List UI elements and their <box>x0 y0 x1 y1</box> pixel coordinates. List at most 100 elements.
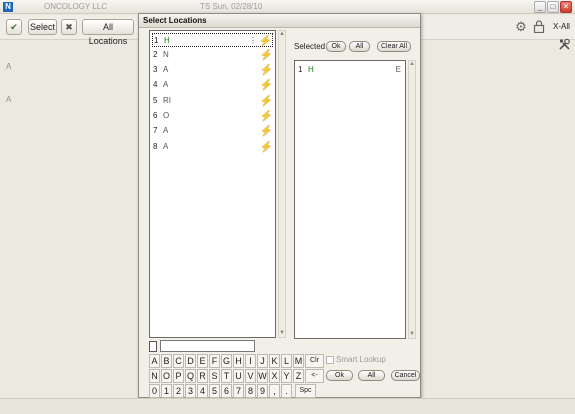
key-period[interactable]: . <box>281 384 292 398</box>
key-l[interactable]: L <box>281 354 292 368</box>
key-c[interactable]: C <box>173 354 184 368</box>
key-0[interactable]: 0 <box>149 384 160 398</box>
lightning-icon[interactable]: ⚡ <box>260 142 272 153</box>
lightning-icon[interactable]: ⚡ <box>260 111 272 122</box>
selected-scrollbar[interactable]: ▲ ▼ <box>408 60 416 339</box>
key-backspace[interactable]: <- <box>305 369 324 383</box>
x-all-label[interactable]: X-All <box>553 22 570 31</box>
key-o[interactable]: O <box>161 369 172 383</box>
filter-input[interactable] <box>160 340 255 352</box>
list-item[interactable]: 5 RI ⚡ <box>152 94 273 108</box>
key-m[interactable]: M <box>293 354 304 368</box>
row-number: 6 <box>153 111 158 120</box>
selected-all-button[interactable]: All <box>349 41 370 52</box>
lightning-icon[interactable]: ⚡ <box>259 36 271 47</box>
key-8[interactable]: 8 <box>245 384 256 398</box>
key-h[interactable]: H <box>233 354 244 368</box>
settings-gear-icon[interactable]: ⚙ <box>514 20 528 34</box>
locations-scrollbar[interactable]: ▲ ▼ <box>278 30 286 338</box>
filter-toggle[interactable] <box>149 341 157 352</box>
lock-icon[interactable] <box>532 20 546 34</box>
row-label: N <box>163 50 169 59</box>
key-x[interactable]: X <box>269 369 280 383</box>
cancel-button[interactable]: Cancel <box>391 370 420 381</box>
scroll-down-arrow-icon[interactable]: ▼ <box>279 330 285 337</box>
select-button[interactable]: Select <box>28 19 57 35</box>
key-f[interactable]: F <box>209 354 220 368</box>
key-2[interactable]: 2 <box>173 384 184 398</box>
background-text: A <box>6 95 12 104</box>
key-t[interactable]: T <box>221 369 232 383</box>
key-5[interactable]: 5 <box>209 384 220 398</box>
ok-button[interactable]: Ok <box>326 370 353 381</box>
key-b[interactable]: B <box>161 354 172 368</box>
key-z[interactable]: Z <box>293 369 304 383</box>
list-item[interactable]: 7 A ⚡ <box>152 124 273 138</box>
key-i[interactable]: I <box>245 354 256 368</box>
key-k[interactable]: K <box>269 354 280 368</box>
key-n[interactable]: N <box>149 369 160 383</box>
key-d[interactable]: D <box>185 354 196 368</box>
key-1[interactable]: 1 <box>161 384 172 398</box>
lightning-icon[interactable]: ⚡ <box>260 65 272 76</box>
scroll-down-arrow-icon[interactable]: ▼ <box>409 331 415 338</box>
lightning-icon[interactable]: ⚡ <box>260 50 272 61</box>
smart-lookup-checkbox[interactable] <box>326 356 334 364</box>
clear-icon: ✖ <box>65 22 73 32</box>
list-item[interactable]: 1 H E <box>297 63 403 77</box>
key-v[interactable]: V <box>245 369 256 383</box>
minimize-button[interactable]: _ <box>534 1 546 13</box>
dialog-title: Select Locations <box>139 14 420 28</box>
key-a[interactable]: A <box>149 354 160 368</box>
list-item[interactable]: 2 N ⚡ <box>152 48 273 62</box>
smart-lookup-label: Smart Lookup <box>336 355 386 364</box>
all-locations-button[interactable]: All Locations <box>82 19 134 46</box>
list-item[interactable]: 8 A ⚡ <box>152 140 273 154</box>
key-g[interactable]: G <box>221 354 232 368</box>
key-s[interactable]: S <box>209 369 220 383</box>
key-space[interactable]: Spc <box>295 384 316 398</box>
row-number: 8 <box>153 142 158 151</box>
tools-icon[interactable] <box>557 38 571 52</box>
row-label: A <box>163 80 169 89</box>
list-item[interactable]: 6 O ⚡ <box>152 109 273 123</box>
row-code: E <box>395 65 401 74</box>
row-number: 2 <box>153 50 158 59</box>
key-7[interactable]: 7 <box>233 384 244 398</box>
lightning-icon[interactable]: ⚡ <box>260 80 272 91</box>
scroll-up-arrow-icon[interactable]: ▲ <box>409 61 415 68</box>
list-item[interactable]: 1 H ⋮ ⚡ <box>152 33 273 47</box>
key-e[interactable]: E <box>197 354 208 368</box>
key-comma[interactable]: , <box>269 384 280 398</box>
close-button[interactable]: ✕ <box>560 1 572 13</box>
confirm-button[interactable]: ✔ <box>6 19 22 35</box>
all-button[interactable]: All <box>358 370 385 381</box>
key-3[interactable]: 3 <box>185 384 196 398</box>
row-number: 1 <box>154 36 159 45</box>
key-9[interactable]: 9 <box>257 384 268 398</box>
key-w[interactable]: W <box>257 369 268 383</box>
app-subtitle: TS Sun, 02/28/10 <box>200 2 263 11</box>
list-item[interactable]: 4 A ⚡ <box>152 78 273 92</box>
key-clear[interactable]: Clr <box>305 354 324 368</box>
key-j[interactable]: J <box>257 354 268 368</box>
key-y[interactable]: Y <box>281 369 292 383</box>
key-4[interactable]: 4 <box>197 384 208 398</box>
key-q[interactable]: Q <box>185 369 196 383</box>
locations-list[interactable]: 1 H ⋮ ⚡ 2 N ⚡ 3 A ⚡ 4 A ⚡ 5 RI ⚡ 6 O ⚡ 7… <box>149 30 276 338</box>
key-6[interactable]: 6 <box>221 384 232 398</box>
lightning-icon[interactable]: ⚡ <box>260 96 272 107</box>
maximize-button[interactable]: □ <box>547 1 559 13</box>
lightning-icon[interactable]: ⚡ <box>260 126 272 137</box>
selected-ok-button[interactable]: Ok <box>326 41 346 52</box>
key-u[interactable]: U <box>233 369 244 383</box>
row-number: 1 <box>298 65 303 74</box>
key-r[interactable]: R <box>197 369 208 383</box>
list-item[interactable]: 3 A ⚡ <box>152 63 273 77</box>
selected-label: Selected <box>294 42 326 51</box>
clear-all-button[interactable]: Clear All <box>377 41 411 52</box>
selected-list[interactable]: 1 H E <box>294 60 406 339</box>
clear-selection-button[interactable]: ✖ <box>61 19 77 35</box>
scroll-up-arrow-icon[interactable]: ▲ <box>279 31 285 38</box>
key-p[interactable]: P <box>173 369 184 383</box>
